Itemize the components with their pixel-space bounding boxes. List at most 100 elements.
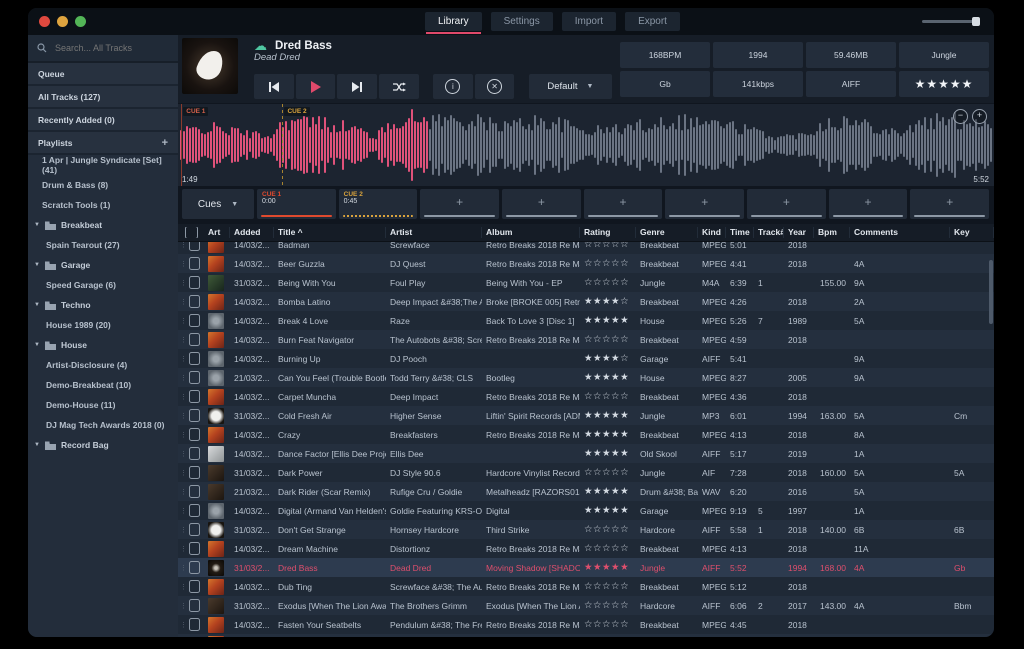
- row-checkbox[interactable]: [189, 242, 200, 251]
- maximize-button[interactable]: [75, 16, 86, 27]
- rating-cell[interactable]: ☆☆☆☆☆: [580, 242, 636, 250]
- folder-expand-icon[interactable]: ▼: [34, 222, 40, 228]
- row-checkbox[interactable]: [189, 295, 200, 308]
- waveform-zoom-in-button[interactable]: +: [972, 109, 987, 124]
- column-header-bpm[interactable]: Bpm: [814, 227, 850, 238]
- column-header-artist[interactable]: Artist: [386, 227, 482, 238]
- table-row[interactable]: ⋮21/03/2...Dark Rider (Scar Remix)Rufige…: [178, 482, 994, 501]
- row-checkbox[interactable]: [189, 276, 200, 289]
- track-info-button[interactable]: i: [433, 74, 473, 99]
- table-row[interactable]: ⋮14/03/2...Beer GuzzlaDJ QuestRetro Brea…: [178, 254, 994, 273]
- close-button[interactable]: [39, 16, 50, 27]
- drag-handle[interactable]: ⋮: [180, 621, 187, 629]
- rating-cell[interactable]: ☆☆☆☆☆: [580, 581, 636, 592]
- rating-cell[interactable]: ★★★★☆: [580, 353, 636, 364]
- cue-slot-7[interactable]: +: [747, 189, 826, 219]
- drag-handle[interactable]: ⋮: [180, 583, 187, 591]
- row-checkbox[interactable]: [189, 371, 200, 384]
- cue-slot-9[interactable]: +: [910, 189, 989, 219]
- table-row[interactable]: ⋮31/03/2...Being With YouFoul PlayBeing …: [178, 273, 994, 292]
- column-header-kind[interactable]: Kind: [698, 227, 726, 238]
- row-checkbox[interactable]: [189, 485, 200, 498]
- tab-export[interactable]: Export: [625, 12, 680, 31]
- sidebar-folder-breakbeat[interactable]: ▼Breakbeat: [28, 215, 178, 235]
- table-row[interactable]: ⋮14/03/2...Burn Feat NavigatorThe Autobo…: [178, 330, 994, 349]
- rating-cell[interactable]: ☆☆☆☆☆: [580, 467, 636, 478]
- row-checkbox[interactable]: [189, 352, 200, 365]
- sidebar-item-demo-house-11-[interactable]: Demo-House (11): [28, 395, 178, 415]
- rating-cell[interactable]: ☆☆☆☆☆: [580, 543, 636, 554]
- column-header-art[interactable]: Art: [204, 227, 230, 238]
- sidebar-folder-record-bag[interactable]: ▼Record Bag: [28, 435, 178, 455]
- cues-dropdown[interactable]: Cues ▼: [182, 189, 254, 219]
- rating-cell[interactable]: ★★★★★: [580, 372, 636, 383]
- shuffle-button[interactable]: [379, 74, 419, 99]
- preset-dropdown[interactable]: Default ▼: [529, 74, 612, 99]
- slider-thumb[interactable]: [972, 17, 980, 26]
- sidebar-item-demo-breakbeat-10-[interactable]: Demo-Breakbeat (10): [28, 375, 178, 395]
- drag-handle[interactable]: ⋮: [180, 260, 187, 268]
- search-input[interactable]: [53, 42, 167, 54]
- eject-button[interactable]: ✕: [475, 74, 515, 99]
- sidebar-item-drum-bass-8-[interactable]: Drum & Bass (8): [28, 175, 178, 195]
- cue-slot-6[interactable]: +: [665, 189, 744, 219]
- cue-slot-8[interactable]: +: [829, 189, 908, 219]
- table-row[interactable]: ⋮14/03/2...Burning UpDJ Pooch★★★★☆Garage…: [178, 349, 994, 368]
- table-row[interactable]: ⋮31/03/2...Don't Get StrangeHornsey Hard…: [178, 520, 994, 539]
- sidebar-section-queue[interactable]: Queue: [28, 63, 178, 86]
- column-header-track[interactable]: Track#: [754, 227, 784, 238]
- row-checkbox[interactable]: [189, 542, 200, 555]
- add-playlist-button[interactable]: +: [162, 137, 168, 149]
- column-header-genre[interactable]: Genre: [636, 227, 698, 238]
- sidebar-item-scratch-tools-1-[interactable]: Scratch Tools (1): [28, 195, 178, 215]
- sidebar-item-artist-disclosure-4-[interactable]: Artist-Disclosure (4): [28, 355, 178, 375]
- tab-settings[interactable]: Settings: [491, 12, 553, 31]
- rating-cell[interactable]: ★★★★★: [580, 562, 636, 573]
- table-row[interactable]: ⋮31/03/2...Exodus [When The Lion Awakes]…: [178, 596, 994, 615]
- table-row[interactable]: ⋮31/03/2...Dark PowerDJ Style 90.6Hardco…: [178, 463, 994, 482]
- row-checkbox[interactable]: [189, 523, 200, 536]
- cue-slot-5[interactable]: +: [584, 189, 663, 219]
- folder-expand-icon[interactable]: ▼: [34, 302, 40, 308]
- folder-expand-icon[interactable]: ▼: [34, 442, 40, 448]
- row-checkbox[interactable]: [189, 447, 200, 460]
- drag-handle[interactable]: ⋮: [180, 564, 187, 572]
- column-header-title[interactable]: Title ^: [274, 227, 386, 238]
- column-header-album[interactable]: Album: [482, 227, 580, 238]
- column-header-rating[interactable]: Rating: [580, 227, 636, 238]
- folder-expand-icon[interactable]: ▼: [34, 342, 40, 348]
- rating-cell[interactable]: ★★★★★: [580, 429, 636, 440]
- rating-cell[interactable]: ☆☆☆☆☆: [580, 619, 636, 630]
- vertical-scrollbar[interactable]: [989, 260, 993, 324]
- row-checkbox[interactable]: [189, 333, 200, 346]
- sidebar-item-speed-garage-6-[interactable]: Speed Garage (6): [28, 275, 178, 295]
- rating-cell[interactable]: ☆☆☆☆☆: [580, 277, 636, 288]
- row-checkbox[interactable]: [189, 599, 200, 612]
- rating-cell[interactable]: ★★★★★: [580, 448, 636, 459]
- sidebar-section-playlists[interactable]: Playlists+: [28, 132, 178, 155]
- folder-expand-icon[interactable]: ▼: [34, 262, 40, 268]
- row-checkbox[interactable]: [189, 504, 200, 517]
- row-checkbox[interactable]: [189, 257, 200, 270]
- column-header-added[interactable]: Added: [230, 227, 274, 238]
- drag-handle[interactable]: ⋮: [180, 242, 187, 249]
- drag-handle[interactable]: ⋮: [180, 526, 187, 534]
- column-header-time[interactable]: Time: [726, 227, 754, 238]
- table-row[interactable]: ⋮14/03/2...Dream MachineDistortionzRetro…: [178, 539, 994, 558]
- rating-cell[interactable]: ☆☆☆☆☆: [580, 524, 636, 535]
- minimize-button[interactable]: [57, 16, 68, 27]
- cue-slot-2[interactable]: CUE 20:45: [339, 189, 418, 219]
- rating-cell[interactable]: ★★★★☆: [580, 296, 636, 307]
- search-box[interactable]: [28, 35, 178, 63]
- play-button[interactable]: [296, 74, 336, 99]
- sidebar-item-house-1989-20-[interactable]: House 1989 (20): [28, 315, 178, 335]
- drag-handle[interactable]: ⋮: [180, 298, 187, 306]
- cue-slot-3[interactable]: +: [420, 189, 499, 219]
- drag-handle[interactable]: ⋮: [180, 374, 187, 382]
- rating-cell[interactable]: ☆☆☆☆☆: [580, 600, 636, 611]
- tab-import[interactable]: Import: [562, 12, 616, 31]
- drag-handle[interactable]: ⋮: [180, 450, 187, 458]
- rating-cell[interactable]: ☆☆☆☆☆: [580, 334, 636, 345]
- column-header-comments[interactable]: Comments: [850, 227, 950, 238]
- previous-button[interactable]: [254, 74, 294, 99]
